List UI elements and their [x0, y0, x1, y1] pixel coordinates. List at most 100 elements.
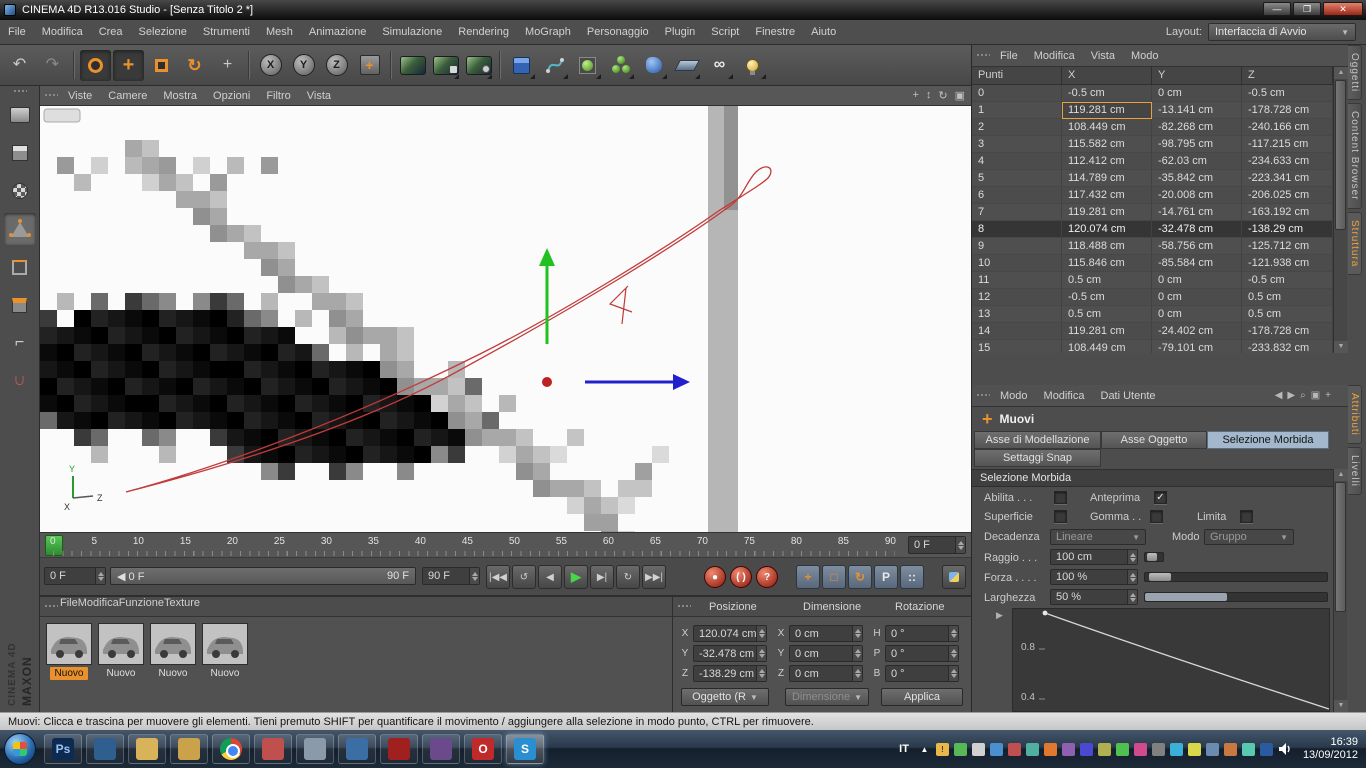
prev-frame-button[interactable]: ◀ — [538, 565, 562, 589]
material-item[interactable]: Nuovo — [98, 623, 144, 680]
tray-icon[interactable] — [1043, 742, 1057, 756]
table-row[interactable]: 5 114.789 cm -35.842 cm -223.341 cm — [972, 170, 1333, 187]
viewport-menu-item[interactable]: Mostra — [155, 86, 205, 105]
menu-item[interactable]: File — [0, 20, 34, 44]
tray-icon[interactable] — [953, 742, 967, 756]
point-z-cell[interactable]: -0.5 cm — [1242, 272, 1333, 289]
rot-p-field[interactable]: 0 ° — [885, 645, 959, 662]
tray-icon[interactable] — [1079, 742, 1093, 756]
add-subdivision-surface-button[interactable] — [572, 50, 603, 81]
record-help-button[interactable]: ? — [756, 566, 778, 588]
zoom-view-icon[interactable]: ↕ — [926, 89, 932, 102]
table-row[interactable]: 8 120.074 cm -32.478 cm -138.29 cm — [972, 221, 1333, 238]
point-x-cell[interactable]: 0.5 cm — [1062, 306, 1152, 323]
model-mode-button[interactable] — [4, 137, 36, 169]
clock[interactable]: 16:39 13/09/2012 — [1297, 736, 1358, 762]
tray-icon[interactable] — [1151, 742, 1165, 756]
point-index-cell[interactable]: 9 — [972, 238, 1062, 255]
material-item[interactable]: Nuovo — [46, 623, 92, 680]
rotate-tool[interactable]: ↻ — [179, 50, 210, 81]
menu-item[interactable]: Plugin — [657, 20, 704, 44]
section-header[interactable]: Selezione Morbida — [972, 469, 1333, 487]
point-z-cell[interactable]: -233.832 cm — [1242, 340, 1333, 353]
menu-item[interactable]: Selezione — [131, 20, 195, 44]
point-z-cell[interactable]: -163.192 cm — [1242, 204, 1333, 221]
table-row[interactable]: 7 119.281 cm -14.761 cm -163.192 cm — [972, 204, 1333, 221]
point-x-cell[interactable]: -0.5 cm — [1062, 85, 1152, 102]
stepper-icon[interactable] — [955, 537, 965, 553]
point-y-cell[interactable]: -14.761 cm — [1152, 204, 1242, 221]
minimize-button[interactable]: — — [1263, 2, 1291, 16]
tray-icon[interactable] — [1061, 742, 1075, 756]
nav-back-icon[interactable]: ◀ — [1275, 390, 1283, 401]
falloff-curve-graph[interactable]: 0.8 0.4 — [1012, 608, 1330, 712]
point-x-cell[interactable]: 118.488 cm — [1062, 238, 1152, 255]
col-x[interactable]: X — [1062, 67, 1152, 84]
rotate-view-icon[interactable]: ↻ — [938, 89, 947, 102]
point-y-cell[interactable]: -13.141 cm — [1152, 102, 1242, 119]
add-deformer-button[interactable] — [638, 50, 669, 81]
menu-item[interactable]: Script — [703, 20, 747, 44]
render-picture-viewer-button[interactable] — [430, 50, 461, 81]
point-x-cell[interactable]: 120.074 cm — [1062, 221, 1152, 238]
drag-handle-icon[interactable] — [12, 89, 27, 94]
attributes-scrollbar[interactable]: ▲ ▼ — [1333, 469, 1348, 712]
drag-handle-icon[interactable] — [44, 93, 58, 98]
live-selection-tool[interactable] — [80, 49, 111, 81]
tray-icon[interactable] — [1169, 742, 1183, 756]
goto-start-button[interactable]: |◀◀ — [486, 565, 510, 589]
dim-y-field[interactable]: 0 cm — [789, 645, 863, 662]
tray-icon[interactable] — [989, 742, 1003, 756]
anteprima-checkbox[interactable]: ✓ — [1154, 491, 1167, 504]
render-view-button[interactable] — [397, 50, 428, 81]
attribute-tab[interactable]: Settaggi Snap — [974, 449, 1101, 467]
nav-forward-icon[interactable]: ▶ — [1287, 390, 1295, 401]
point-index-cell[interactable]: 12 — [972, 289, 1062, 306]
point-index-cell[interactable]: 10 — [972, 255, 1062, 272]
col-punti[interactable]: Punti — [972, 67, 1062, 84]
point-index-cell[interactable]: 3 — [972, 136, 1062, 153]
add-light-button[interactable] — [737, 50, 768, 81]
point-y-cell[interactable]: -20.008 cm — [1152, 187, 1242, 204]
layout-dropdown[interactable]: Interfaccia di Avvio ▼ — [1208, 23, 1356, 41]
point-x-cell[interactable]: 114.789 cm — [1062, 170, 1152, 187]
viewport-menu-item[interactable]: Camere — [100, 86, 155, 105]
point-y-cell[interactable]: 0 cm — [1152, 85, 1242, 102]
viewport-menu-item[interactable]: Viste — [60, 86, 100, 105]
apply-button[interactable]: Applica — [881, 688, 963, 706]
table-row[interactable]: 6 117.432 cm -20.008 cm -206.025 cm — [972, 187, 1333, 204]
texture-mode-button[interactable] — [4, 175, 36, 207]
table-row[interactable]: 14 119.281 cm -24.402 cm -178.728 cm — [972, 323, 1333, 340]
tray-icon[interactable] — [1223, 742, 1237, 756]
polygon-mode-button[interactable] — [4, 289, 36, 321]
forza-slider[interactable] — [1144, 572, 1328, 582]
range-end-field[interactable]: 90 F — [422, 567, 480, 585]
table-row[interactable]: 15 108.449 cm -79.101 cm -233.832 cm — [972, 340, 1333, 353]
taskbar-app-chrome[interactable] — [212, 734, 250, 764]
axis-origin-handle[interactable] — [542, 377, 552, 387]
drag-handle-icon[interactable] — [677, 604, 691, 609]
material-thumbnail[interactable] — [98, 623, 144, 665]
axis-mode-button[interactable]: ⌐ — [4, 327, 36, 359]
table-row[interactable]: 2 108.449 cm -82.268 cm -240.166 cm — [972, 119, 1333, 136]
taskbar-app-orange[interactable] — [254, 734, 292, 764]
point-z-cell[interactable]: -138.29 cm — [1242, 221, 1333, 238]
language-indicator[interactable]: IT — [895, 743, 913, 755]
rot-h-field[interactable]: 0 ° — [885, 625, 959, 642]
point-y-cell[interactable]: -32.478 cm — [1152, 221, 1242, 238]
menu-item[interactable]: Strumenti — [195, 20, 258, 44]
point-z-cell[interactable]: -234.633 cm — [1242, 153, 1333, 170]
table-row[interactable]: 3 115.582 cm -98.795 cm -117.215 cm — [972, 136, 1333, 153]
taskbar-app-opera[interactable]: O — [464, 734, 502, 764]
attribute-tab[interactable]: Asse di Modellazione — [974, 431, 1101, 449]
toggle-view-icon[interactable]: ▣ — [955, 89, 965, 102]
table-row[interactable]: 13 0.5 cm 0 cm 0.5 cm — [972, 306, 1333, 323]
restore-button[interactable]: ❐ — [1293, 2, 1321, 16]
superficie-checkbox[interactable] — [1054, 510, 1067, 523]
point-x-cell[interactable]: -0.5 cm — [1062, 289, 1152, 306]
point-x-cell[interactable]: 0.5 cm — [1062, 272, 1152, 289]
drag-handle-icon[interactable] — [976, 393, 990, 398]
point-y-cell[interactable]: -85.584 cm — [1152, 255, 1242, 272]
tray-icon[interactable] — [1097, 742, 1111, 756]
materials-menu-item[interactable]: Modifica — [78, 597, 119, 616]
